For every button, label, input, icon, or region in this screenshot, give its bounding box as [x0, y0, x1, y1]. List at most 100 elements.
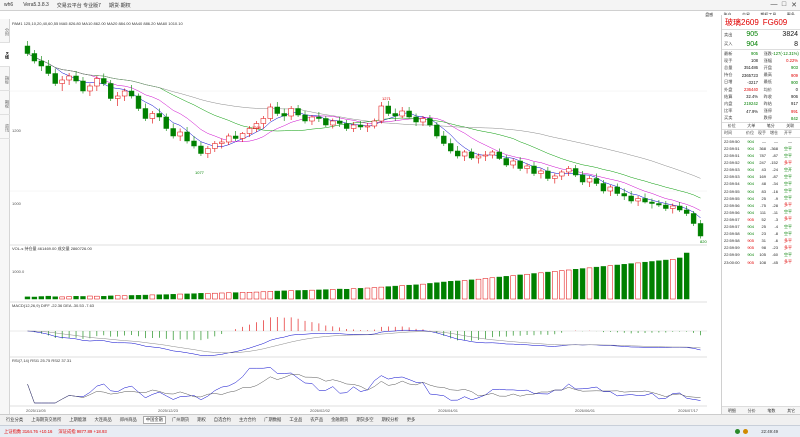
tick-row[interactable]: 22:59:53 904 43 -24 空开 — [722, 166, 800, 173]
tick-row[interactable]: 22:59:51 904 787 -87 空平 — [722, 152, 800, 159]
volume-bar — [489, 277, 496, 300]
tick-time: 22:59:51 — [724, 146, 740, 152]
quote-key: 最新 — [724, 50, 733, 56]
tick-row[interactable]: 22:59:59 904 105 -60 空平 — [722, 251, 800, 258]
candle-body — [163, 116, 169, 129]
bid-row[interactable]: 卖出 905 3824 — [722, 29, 800, 39]
close-button[interactable]: ✕ — [790, 1, 798, 9]
bottom-tab[interactable]: 中国金融 — [142, 416, 167, 424]
volume-bar — [239, 292, 246, 300]
tick-row[interactable]: 22:59:53 904 169 -87 空平 — [722, 173, 800, 180]
quote-button-3[interactable]: 关联 — [786, 123, 794, 129]
tick-price: 904 — [747, 174, 754, 180]
bottom-tab[interactable]: 行业分类 — [4, 417, 25, 423]
maximize-button[interactable]: □ — [780, 1, 788, 8]
menu-item-1[interactable]: 交易云平台 专业版7 — [57, 2, 101, 9]
bottom-tab[interactable]: 农产品 — [308, 417, 325, 423]
bottom-tab[interactable]: 上海期货交易所 — [29, 417, 63, 423]
footer-tab-0[interactable]: 明细 — [728, 408, 736, 414]
volume-bar — [399, 285, 405, 300]
bottom-tab[interactable]: 自选合约 — [212, 417, 233, 423]
quote-value: 0.22% — [786, 58, 798, 64]
tick-row[interactable]: 22:59:56 904 111 -11 空平 — [722, 209, 800, 216]
quote-value: 905 — [751, 51, 758, 57]
tick-row[interactable]: 22:59:55 904 83 -16 空平 — [722, 188, 800, 195]
bottom-tab[interactable]: 主力合约 — [237, 417, 258, 423]
candle-body — [52, 73, 58, 84]
footer-tab-2[interactable]: 笔数 — [767, 408, 775, 414]
quote-value: 236440 — [744, 87, 758, 93]
bottom-tab[interactable]: 大连商品 — [92, 417, 113, 423]
volume-bar — [663, 259, 669, 300]
tick-row[interactable]: 22:59:57 905 52 -3 多平 — [722, 216, 800, 223]
tick-row[interactable]: 22:59:52 904 247 -152 多平 — [722, 159, 800, 166]
bottom-tab[interactable]: 郑州商品 — [118, 417, 139, 423]
bottom-tab[interactable]: 更多 — [405, 417, 418, 423]
tick-type: 空平 — [784, 152, 792, 158]
tick-oi-change: -368 — [769, 146, 778, 152]
volume-bar — [683, 252, 690, 300]
tick-oi-change: -4 — [774, 224, 778, 230]
tick-row[interactable]: 22:59:56 904 -75 -28 多平 — [722, 202, 800, 209]
volume-bar — [364, 287, 371, 300]
bottom-tab[interactable]: 上期能源 — [67, 417, 88, 423]
tick-row[interactable]: 22:59:54 904 48 -34 空平 — [722, 180, 800, 187]
left-tab-1[interactable]: K线 — [0, 43, 10, 67]
tick-type: 多平 — [784, 216, 792, 222]
left-tab-2[interactable]: 指标 — [0, 67, 10, 91]
left-tab-0[interactable]: 分时 — [0, 19, 10, 43]
footer-tab-3[interactable]: 其它 — [787, 408, 795, 414]
bottom-tab[interactable]: 期货多空 — [354, 417, 375, 423]
toolbar-item-0[interactable]: 盘感 — [705, 12, 713, 18]
volume-bar — [101, 296, 107, 300]
candle-body — [198, 145, 204, 154]
quote-key: 日增 — [724, 79, 733, 85]
quote-button-2[interactable]: 笔分 — [767, 123, 775, 129]
tick-table[interactable]: 22:59:50 904— — —22:59:51 904 368 -368 空平 22:59:… — [722, 138, 800, 266]
menu-item-0[interactable]: Vera5.3.8.3 — [23, 2, 49, 8]
quote-value: 0 — [795, 87, 798, 93]
quote-button-0[interactable]: 价位 — [728, 123, 736, 129]
candle-body — [614, 186, 620, 194]
ask-row[interactable]: 买入 904 8 — [722, 39, 800, 49]
tick-row[interactable]: 22:59:59 905 98 -23 多平 — [722, 244, 800, 251]
bottom-tab[interactable]: 工业品 — [287, 417, 304, 423]
quote-value: 909 — [791, 72, 798, 78]
kline-chart[interactable]: PAM1 125,10,20,40,60,55 MA5 826.80 MA10 … — [10, 19, 707, 414]
volume-bar — [468, 279, 475, 300]
tick-row[interactable]: 22:59:55 904 25 -9 空平 — [722, 195, 800, 202]
menu-item-2[interactable]: 期货·期权 — [109, 2, 131, 9]
left-tab-4[interactable]: 资讯 — [0, 115, 10, 139]
volume-bar — [337, 288, 343, 300]
tick-col-price: 价位 — [746, 130, 754, 136]
minimize-button[interactable]: — — [770, 1, 778, 8]
left-tab-3[interactable]: 期权 — [0, 91, 10, 115]
tick-time: 22:59:58 — [724, 238, 740, 244]
tick-row[interactable]: 23:00:00 905 108 -45 多平 — [722, 258, 800, 265]
volume-bar — [538, 272, 544, 300]
tick-row[interactable]: 22:59:50 904 — — — — [722, 138, 800, 145]
candle-body — [232, 135, 239, 139]
tick-row[interactable]: 22:59:51 904 368 -368 空平 — [722, 145, 800, 152]
volume-bar — [670, 259, 676, 300]
tick-row[interactable]: 22:59:58 905 31 -6 多平 — [722, 237, 800, 244]
candle-body — [191, 140, 197, 147]
volume-bar — [323, 289, 329, 300]
bottom-tab[interactable]: 期权 — [195, 417, 208, 423]
bottom-tab[interactable]: 期权分析 — [380, 417, 401, 423]
quote-row: 总量 351486 开盘 903 — [722, 64, 800, 71]
bottom-tab[interactable]: 广州期货 — [170, 417, 191, 423]
footer-tab-1[interactable]: 分价 — [748, 408, 756, 414]
candle-body — [24, 45, 31, 54]
annotation-low-1: 1077 — [195, 170, 205, 175]
volume-bar — [80, 296, 86, 300]
bottom-tab[interactable]: 金融期货 — [329, 417, 350, 423]
quote-button-1[interactable]: 大单 — [747, 123, 755, 129]
bottom-tab[interactable]: 广期数据 — [262, 417, 283, 423]
chart-svg[interactable]: PAM1 125,10,20,40,60,55 MA5 826.80 MA10 … — [10, 19, 707, 414]
tick-row[interactable]: 22:59:58 904 23 -8 空平 — [722, 230, 800, 237]
tick-row[interactable]: 22:59:57 904 25 -4 空平 — [722, 223, 800, 230]
quote-key: 现手 — [724, 57, 733, 63]
x-label-0: 2025/11/05 — [26, 408, 46, 413]
volume-bar — [566, 269, 572, 300]
